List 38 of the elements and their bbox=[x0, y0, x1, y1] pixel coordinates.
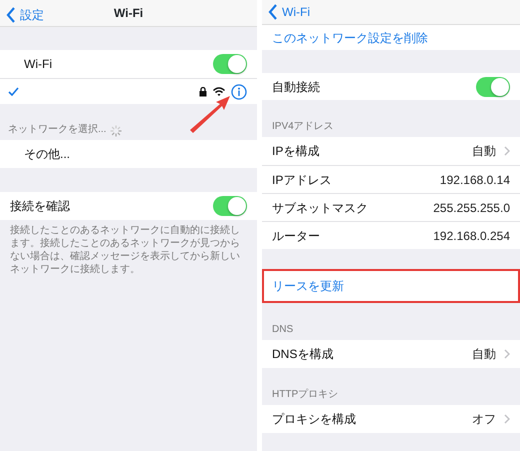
other-network-item[interactable]: その他... bbox=[24, 145, 70, 163]
section-header: IPV4アドレス bbox=[271, 120, 335, 134]
row-value: オフ bbox=[472, 411, 496, 428]
nav-title: Wi-Fi bbox=[114, 5, 144, 22]
back-label[interactable]: 設定 bbox=[20, 6, 44, 24]
row-value: 192.168.0.14 bbox=[440, 172, 510, 188]
chevron-icon bbox=[504, 349, 510, 359]
section-header: ネットワークを選択... bbox=[8, 123, 106, 137]
toggle-switch[interactable] bbox=[213, 196, 247, 216]
back-icon bbox=[6, 7, 16, 23]
renew-lease-button[interactable]: リースを更新 bbox=[272, 277, 344, 295]
row-label: Wi-Fi bbox=[24, 56, 52, 73]
row-value: 自動 bbox=[472, 346, 496, 363]
row-value: 192.168.0.254 bbox=[433, 228, 510, 244]
section-header: DNS bbox=[271, 323, 294, 337]
row-label: IPを構成 bbox=[272, 143, 320, 160]
info-icon[interactable] bbox=[231, 84, 247, 100]
row-label: 接続を確認 bbox=[10, 198, 70, 215]
row-label: プロキシを構成 bbox=[272, 411, 356, 428]
row-label: ルーター bbox=[272, 228, 320, 244]
wifi-icon bbox=[213, 87, 225, 96]
footer-text: 接続したことのあるネットワークに自動的に接続します。接続したことのあるネットワークが見つからない場合は、確認メッセージを表示してから新しいネットワークに接続します。 bbox=[9, 224, 241, 276]
chevron-icon bbox=[504, 414, 510, 424]
chevron-icon bbox=[504, 146, 510, 156]
row-label: 自動接続 bbox=[272, 78, 320, 96]
toggle-switch[interactable] bbox=[476, 76, 510, 96]
back-button[interactable]: 設定 bbox=[6, 6, 44, 24]
back-icon bbox=[268, 4, 278, 20]
row-label: DNSを構成 bbox=[272, 346, 334, 363]
spinner-icon bbox=[110, 125, 122, 137]
row-value: 255.255.255.0 bbox=[433, 200, 510, 216]
row-label: IPアドレス bbox=[272, 172, 332, 188]
row-value: 自動 bbox=[472, 143, 496, 160]
back-label[interactable]: Wi-Fi bbox=[282, 3, 310, 21]
back-button[interactable]: Wi-Fi bbox=[268, 3, 310, 21]
row-label: サブネットマスク bbox=[272, 200, 368, 216]
toggle-switch[interactable] bbox=[213, 54, 247, 74]
section-header: HTTPプロキシ bbox=[271, 388, 340, 402]
